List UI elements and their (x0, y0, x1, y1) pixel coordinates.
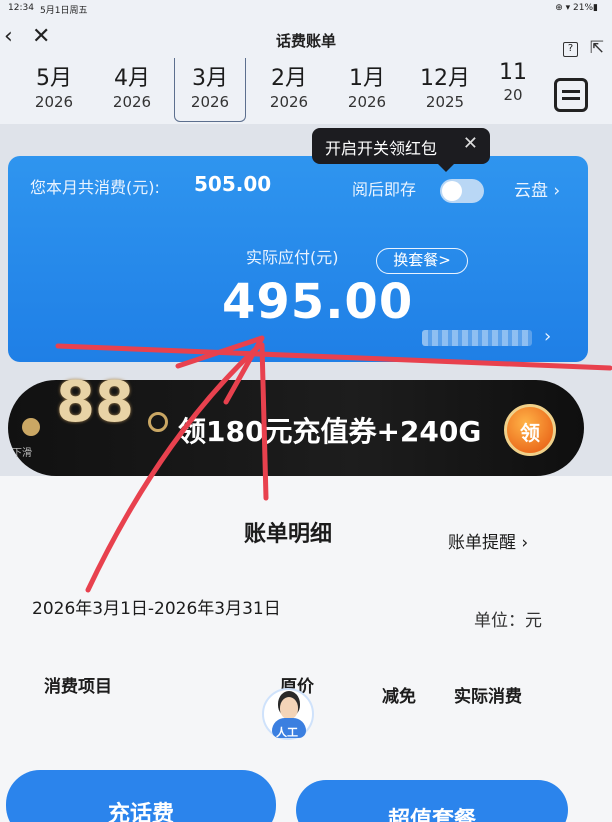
status-time: 12:34 (8, 3, 34, 13)
coin-icon (148, 412, 168, 432)
month-tab-2026-05[interactable]: 5月 2026 (18, 58, 90, 120)
detail-title: 账单明细 (244, 522, 333, 547)
spent-value: 505.00 (194, 172, 272, 196)
agent-face (280, 697, 298, 719)
promo-small-text: 下滑 (12, 448, 32, 459)
year-label: 2026 (269, 93, 309, 111)
coin-icon (22, 418, 40, 436)
date-range: 2026年3月1日-2026年3月31日 (32, 599, 281, 619)
month-label: 12月 (420, 66, 470, 91)
month-label: 11 (499, 60, 527, 85)
status-bar: 12:34 5月1日周五 ⊕ ▾ 21%▮ (0, 0, 612, 18)
bill-summary-card: 您本月共消费(元): 505.00 阅后即存 云盘 › 实际应付(元) 换套餐>… (8, 156, 588, 362)
year-label: 2026 (112, 93, 152, 111)
year-label: 2025 (425, 93, 465, 111)
status-indicators: ⊕ ▾ 21%▮ (555, 3, 598, 13)
tooltip-text: 开启开关领红包 (325, 139, 438, 158)
status-date: 5月1日周五 (40, 6, 88, 16)
promo-banner[interactable]: 88 领180元充值券+240G 领 下滑 (8, 370, 584, 476)
save-toggle[interactable] (440, 179, 484, 203)
month-label: 5月 (36, 66, 72, 91)
spent-label: 您本月共消费(元): (30, 178, 160, 197)
month-tab-2026-03[interactable]: 3月 2026 (174, 58, 246, 122)
year-label: 2026 (34, 93, 74, 111)
recharge-button[interactable]: 充话费 (6, 770, 276, 822)
chevron-right-icon[interactable]: › (544, 326, 551, 347)
promo-badge: 88 (56, 370, 134, 435)
month-label: 4月 (114, 66, 150, 91)
column-header-item: 消费项目 (44, 677, 112, 697)
external-link-icon[interactable]: ⇱ (590, 38, 604, 58)
year-label: 20 (503, 86, 523, 104)
month-label: 3月 (192, 66, 228, 91)
promo-text: 领180元充值券+240G (178, 415, 482, 448)
month-tab-2026-02[interactable]: 2月 2026 (253, 58, 325, 120)
app-header: ‹ ✕ 话费账单 ? ⇱ (0, 18, 612, 58)
column-header-actual: 实际消费 (454, 687, 522, 707)
unit-label: 单位：元 (474, 611, 542, 631)
year-label: 2026 (190, 93, 230, 111)
save-after-read-label: 阅后即存 (352, 180, 417, 199)
month-tab-partial[interactable]: 11 20 (478, 58, 548, 120)
month-selector: 5月 2026 4月 2026 3月 2026 2月 2026 1月 2026 … (0, 58, 612, 124)
value-plan-button[interactable]: 超值套餐 (296, 780, 568, 822)
column-header-discount: 减免 (382, 687, 416, 707)
close-icon[interactable]: ✕ (463, 133, 478, 154)
month-tab-2025-12[interactable]: 12月 2025 (409, 58, 481, 120)
help-icon[interactable]: ? (563, 42, 578, 57)
actual-pay-value: 495.00 (222, 274, 414, 330)
month-label: 1月 (349, 66, 385, 91)
change-plan-button[interactable]: 换套餐> (376, 248, 468, 274)
actual-pay-label: 实际应付(元) (246, 248, 339, 267)
agent-label: 人工 (276, 726, 298, 739)
month-tab-2026-04[interactable]: 4月 2026 (96, 58, 168, 120)
toggle-tooltip: 开启开关领红包 ✕ (312, 128, 490, 172)
bill-reminder-link[interactable]: 账单提醒 › (448, 528, 528, 553)
cloud-drive-link[interactable]: 云盘 › (514, 176, 560, 201)
claim-button[interactable]: 领 (504, 404, 556, 456)
month-label: 2月 (271, 66, 307, 91)
calendar-icon[interactable] (554, 78, 588, 112)
year-label: 2026 (347, 93, 387, 111)
blurred-text (422, 330, 532, 346)
customer-service-avatar[interactable]: 人工 (262, 688, 314, 740)
month-tab-2026-01[interactable]: 1月 2026 (331, 58, 403, 120)
page-title: 话费账单 (275, 32, 336, 50)
